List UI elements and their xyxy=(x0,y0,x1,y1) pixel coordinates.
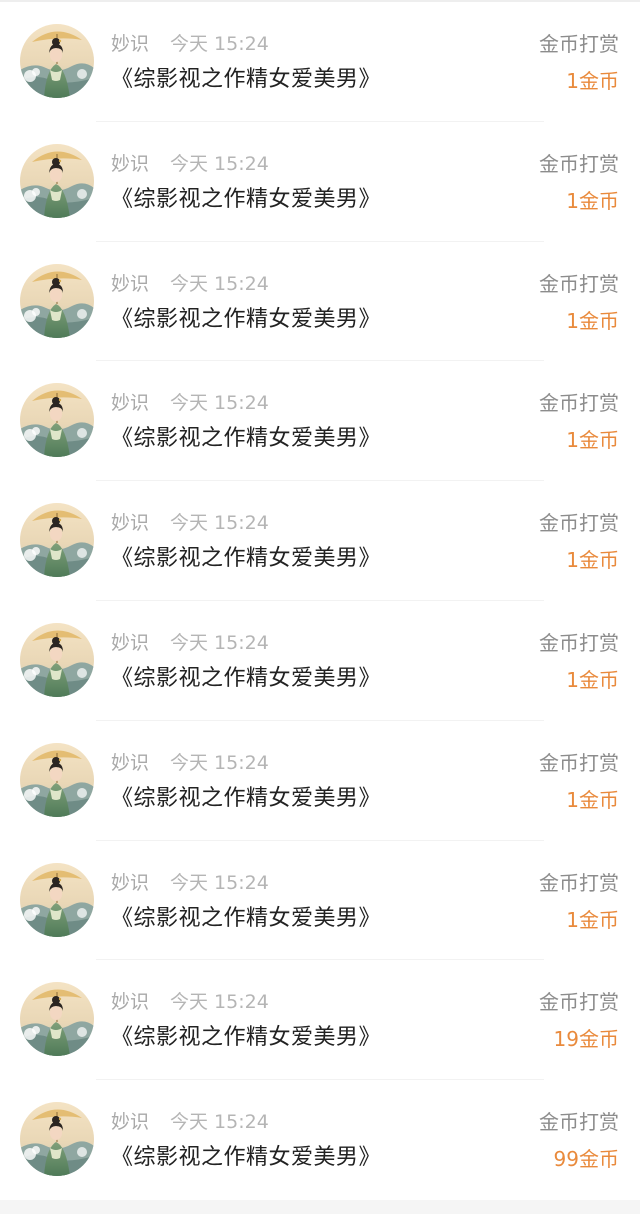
reward-type: 金币打赏 xyxy=(539,870,619,895)
list-item[interactable]: 妙识 今天 15:24 《综影视之作精女爱美男》 金币打赏 99金币 xyxy=(0,1080,640,1200)
book-title[interactable]: 《综影视之作精女爱美男》 xyxy=(111,544,381,574)
list-item[interactable]: 妙识 今天 15:24 《综影视之作精女爱美男》 金币打赏 1金币 xyxy=(0,242,640,362)
avatar[interactable] xyxy=(20,862,94,937)
book-title[interactable]: 《综影视之作精女爱美男》 xyxy=(111,784,381,814)
avatar[interactable] xyxy=(20,982,94,1057)
timestamp: 今天 15:24 xyxy=(170,33,269,55)
user-name[interactable]: 妙识 xyxy=(111,32,149,56)
list-item[interactable]: 妙识 今天 15:24 《综影视之作精女爱美男》 金币打赏 1金币 xyxy=(0,122,640,242)
user-name[interactable]: 妙识 xyxy=(111,990,149,1014)
avatar[interactable] xyxy=(20,1102,94,1177)
book-title[interactable]: 《综影视之作精女爱美男》 xyxy=(111,305,381,335)
list-item[interactable]: 妙识 今天 15:24 《综影视之作精女爱美男》 金币打赏 1金币 xyxy=(0,481,640,601)
reward-amount: 19金币 xyxy=(553,1027,619,1052)
reward-type: 金币打赏 xyxy=(539,391,619,416)
list-item[interactable]: 妙识 今天 15:24 《综影视之作精女爱美男》 金币打赏 1金币 xyxy=(0,361,640,481)
reward-type: 金币打赏 xyxy=(539,151,619,176)
reward-type: 金币打赏 xyxy=(539,750,619,775)
user-name[interactable]: 妙识 xyxy=(111,751,149,775)
book-title[interactable]: 《综影视之作精女爱美男》 xyxy=(111,664,381,694)
user-name[interactable]: 妙识 xyxy=(111,631,149,655)
reward-type: 金币打赏 xyxy=(539,32,619,56)
reward-type: 金币打赏 xyxy=(539,1110,619,1135)
reward-type: 金币打赏 xyxy=(539,271,619,296)
book-title[interactable]: 《综影视之作精女爱美男》 xyxy=(111,1023,381,1053)
reward-list: 妙识 今天 15:24 《综影视之作精女爱美男》 金币打赏 1金币 妙识 今天 … xyxy=(0,2,640,1200)
reward-amount: 1金币 xyxy=(566,667,619,692)
avatar[interactable] xyxy=(20,263,94,338)
reward-amount: 1金币 xyxy=(566,308,619,333)
timestamp: 今天 15:24 xyxy=(170,512,269,535)
timestamp: 今天 15:24 xyxy=(170,631,269,654)
reward-amount: 99金币 xyxy=(553,1147,619,1172)
reward-amount: 1金币 xyxy=(566,188,619,213)
timestamp: 今天 15:24 xyxy=(170,751,269,774)
avatar[interactable] xyxy=(20,383,94,458)
user-name[interactable]: 妙识 xyxy=(111,152,149,176)
book-title[interactable]: 《综影视之作精女爱美男》 xyxy=(111,1143,381,1173)
reward-type: 金币打赏 xyxy=(539,511,619,536)
timestamp: 今天 15:24 xyxy=(170,272,269,295)
avatar[interactable] xyxy=(20,503,94,578)
book-title[interactable]: 《综影视之作精女爱美男》 xyxy=(111,65,381,95)
timestamp: 今天 15:24 xyxy=(170,991,269,1014)
user-name[interactable]: 妙识 xyxy=(111,391,149,415)
list-item[interactable]: 妙识 今天 15:24 《综影视之作精女爱美男》 金币打赏 1金币 xyxy=(0,2,640,122)
book-title[interactable]: 《综影视之作精女爱美男》 xyxy=(111,904,381,934)
bottom-divider xyxy=(0,1199,640,1214)
user-name[interactable]: 妙识 xyxy=(111,1110,149,1134)
reward-amount: 1金币 xyxy=(566,787,619,812)
reward-amount: 1金币 xyxy=(566,69,619,93)
timestamp: 今天 15:24 xyxy=(170,871,269,894)
user-name[interactable]: 妙识 xyxy=(111,871,149,895)
reward-amount: 1金币 xyxy=(566,907,619,932)
list-item[interactable]: 妙识 今天 15:24 《综影视之作精女爱美男》 金币打赏 1金币 xyxy=(0,721,640,841)
avatar[interactable] xyxy=(20,24,94,98)
reward-type: 金币打赏 xyxy=(539,630,619,655)
user-name[interactable]: 妙识 xyxy=(111,272,149,296)
list-item[interactable]: 妙识 今天 15:24 《综影视之作精女爱美男》 金币打赏 1金币 xyxy=(0,601,640,721)
reward-amount: 1金币 xyxy=(566,548,619,573)
reward-type: 金币打赏 xyxy=(539,990,619,1015)
reward-amount: 1金币 xyxy=(566,428,619,453)
book-title[interactable]: 《综影视之作精女爱美男》 xyxy=(111,185,381,215)
timestamp: 今天 15:24 xyxy=(170,1111,269,1134)
avatar[interactable] xyxy=(20,622,94,697)
list-item[interactable]: 妙识 今天 15:24 《综影视之作精女爱美男》 金币打赏 1金币 xyxy=(0,841,640,961)
timestamp: 今天 15:24 xyxy=(170,392,269,415)
user-name[interactable]: 妙识 xyxy=(111,511,149,535)
list-item[interactable]: 妙识 今天 15:24 《综影视之作精女爱美男》 金币打赏 19金币 xyxy=(0,960,640,1080)
avatar[interactable] xyxy=(20,742,94,817)
book-title[interactable]: 《综影视之作精女爱美男》 xyxy=(111,424,381,454)
avatar[interactable] xyxy=(20,143,94,218)
timestamp: 今天 15:24 xyxy=(170,152,269,175)
